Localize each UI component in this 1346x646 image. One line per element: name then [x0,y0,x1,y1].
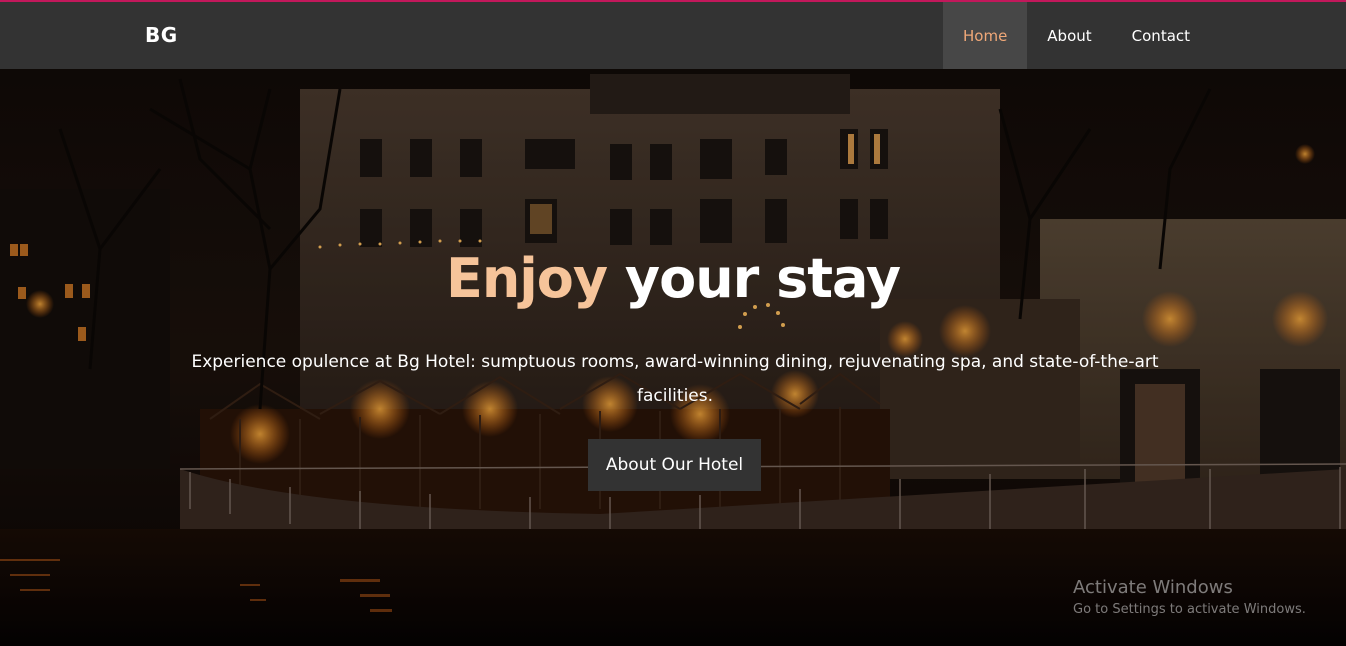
navbar: BG Home About Contact [0,2,1346,69]
nav-link-contact[interactable]: Contact [1112,2,1210,69]
watermark-title: Activate Windows [1073,577,1233,598]
hero-title: Enjoy your stay [0,247,1346,310]
nav-link-home[interactable]: Home [943,2,1028,69]
hero-title-accent: Enjoy [445,247,608,310]
watermark-subtitle: Go to Settings to activate Windows. [1073,602,1306,617]
hero-title-rest: your stay [607,247,901,310]
nav-link-about[interactable]: About [1027,2,1111,69]
hero-subtitle: Experience opulence at Bg Hotel: sumptuo… [191,352,1159,406]
about-hotel-button[interactable]: About Our Hotel [588,439,761,491]
windows-activation-watermark: Activate Windows Go to Settings to activ… [1073,577,1306,617]
brand-logo[interactable]: BG [145,23,178,47]
nav-links: Home About Contact [943,2,1210,69]
hero-section: Enjoy your stay Experience opulence at B… [0,69,1346,646]
